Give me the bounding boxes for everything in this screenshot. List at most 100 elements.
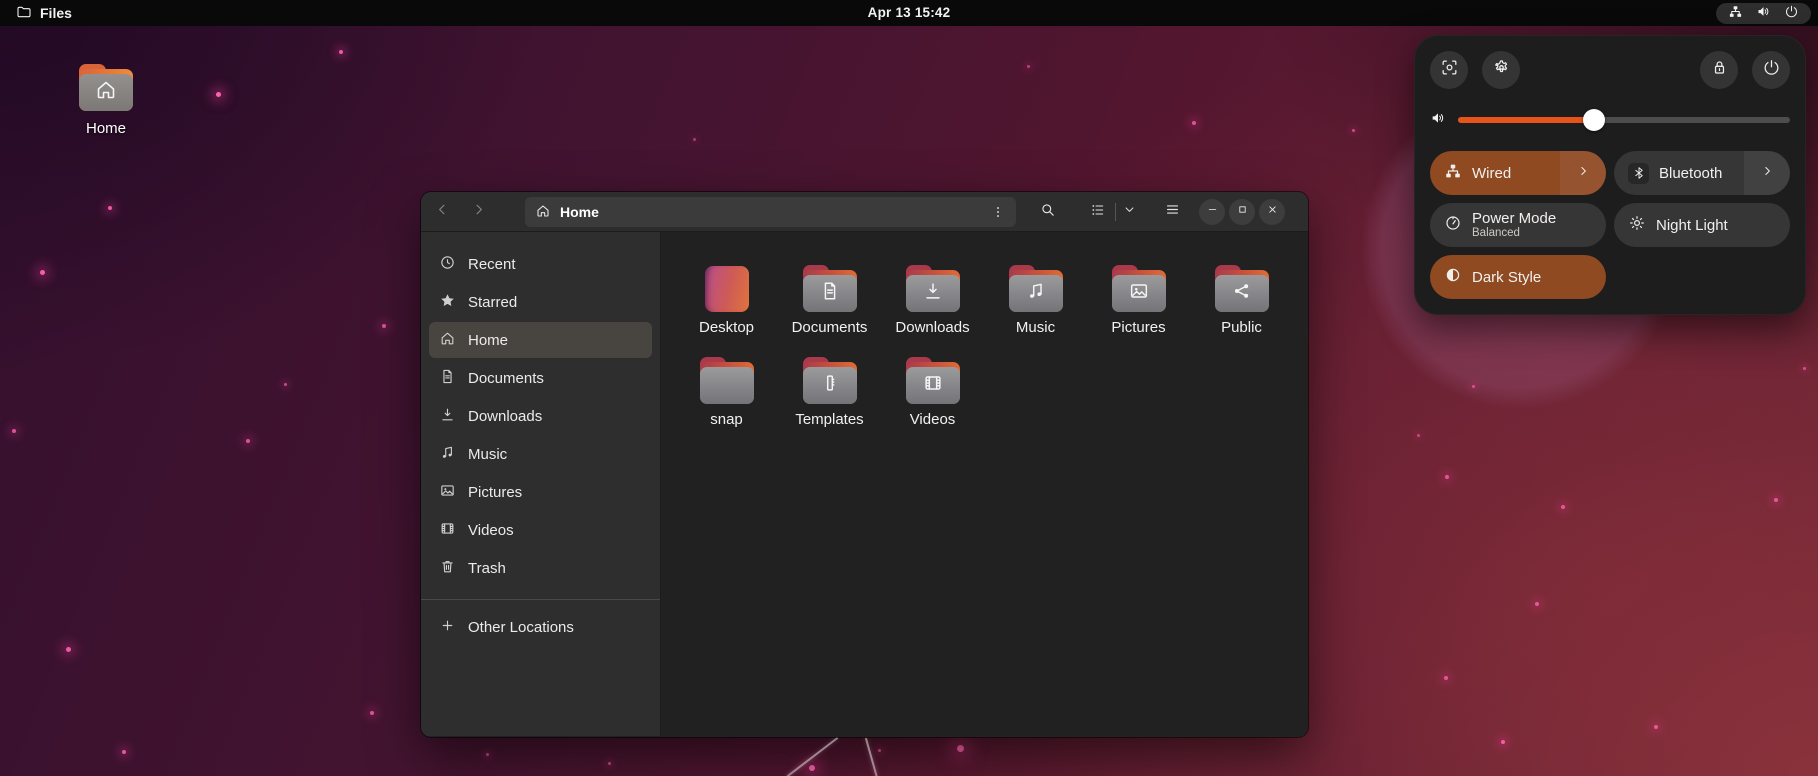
file-item-downloads[interactable]: Downloads [881, 265, 984, 336]
clock[interactable]: Apr 13 15:42 [858, 2, 961, 24]
file-item-label: Downloads [895, 319, 970, 336]
minimize-button[interactable] [1199, 199, 1225, 225]
sidebar: Recent Starred Home Documents Downloads … [421, 232, 661, 736]
star-dot [1444, 676, 1448, 680]
view-options-dropdown[interactable] [1116, 197, 1142, 227]
star-dot [12, 429, 16, 433]
file-grid[interactable]: Desktop Documents Downloads Music Pictur… [661, 232, 1308, 736]
toggle-subtitle: Balanced [1472, 227, 1520, 240]
screenshot-button[interactable] [1430, 51, 1468, 89]
close-button[interactable] [1259, 199, 1285, 225]
desktop-icon-home[interactable]: Home [58, 64, 154, 137]
star-dot [809, 765, 815, 771]
file-item-templates[interactable]: Templates [778, 357, 881, 428]
back-button[interactable] [427, 197, 457, 227]
toggle-night-light[interactable]: Night Light [1614, 203, 1790, 247]
star-dot [485, 752, 489, 756]
sidebar-item-other-locations[interactable]: Other Locations [429, 609, 652, 645]
system-tray[interactable] [1716, 2, 1811, 24]
sun-icon [1628, 214, 1646, 236]
star-dot [877, 748, 881, 752]
toggle-expand-arrow[interactable] [1560, 151, 1606, 195]
toggle-wired[interactable]: Wired [1430, 151, 1606, 195]
star-dot [1561, 505, 1565, 509]
file-item-snap[interactable]: snap [675, 357, 778, 428]
sidebar-item-recent[interactable]: Recent [429, 246, 652, 282]
sidebar-item-trash[interactable]: Trash [429, 550, 652, 586]
file-item-documents[interactable]: Documents [778, 265, 881, 336]
folder-icon [1007, 265, 1065, 313]
list-view-button[interactable] [1081, 197, 1115, 227]
file-item-label: Documents [791, 319, 868, 336]
sidebar-item-videos[interactable]: Videos [429, 512, 652, 548]
sidebar-item-starred[interactable]: Starred [429, 284, 652, 320]
app-menu-files[interactable]: Files [8, 2, 80, 24]
volume-slider[interactable] [1458, 109, 1790, 131]
desktop-icon-label: Home [85, 120, 126, 137]
gear-icon [1492, 58, 1511, 82]
file-item-videos[interactable]: Videos [881, 357, 984, 428]
toggle-bluetooth[interactable]: Bluetooth [1614, 151, 1790, 195]
quick-settings-header [1430, 51, 1790, 89]
lock-button[interactable] [1700, 51, 1738, 89]
image-icon [1128, 280, 1150, 307]
sidebar-item-label: Trash [468, 559, 506, 577]
maximize-icon [1236, 203, 1249, 221]
video-icon [922, 372, 944, 399]
list-view-icon [1090, 202, 1106, 223]
location-menu-button[interactable] [990, 204, 1006, 220]
sidebar-item-music[interactable]: Music [429, 436, 652, 472]
sidebar-item-label: Videos [468, 521, 514, 539]
camera-icon [1440, 58, 1459, 82]
toggle-label: Power Mode [1472, 209, 1557, 227]
star-dot [108, 206, 112, 210]
toggle-dark-style[interactable]: Dark Style [1430, 255, 1606, 299]
chevron-left-icon [434, 201, 451, 223]
file-item-desktop[interactable]: Desktop [675, 265, 778, 336]
main-menu-button[interactable] [1157, 197, 1187, 227]
volume-row [1430, 105, 1790, 135]
top-bar: Files Apr 13 15:42 [0, 0, 1818, 26]
trash-icon [439, 558, 456, 579]
toggle-expand-arrow[interactable] [1744, 151, 1790, 195]
star-dot [1501, 740, 1505, 744]
power-button[interactable] [1752, 51, 1790, 89]
file-item-label: Music [1015, 319, 1056, 336]
maximize-button[interactable] [1229, 199, 1255, 225]
close-icon [1266, 203, 1279, 221]
home-icon [94, 78, 118, 107]
current-location: Home [560, 204, 599, 220]
sidebar-item-label: Downloads [468, 407, 543, 425]
folder-icon [904, 357, 962, 405]
plus-icon [439, 617, 456, 638]
search-button[interactable] [1032, 197, 1062, 227]
sidebar-item-pictures[interactable]: Pictures [429, 474, 652, 510]
sidebar-item-home[interactable]: Home [429, 322, 652, 358]
titlebar[interactable]: Home [421, 192, 1308, 232]
file-item-pictures[interactable]: Pictures [1087, 265, 1190, 336]
sidebar-item-downloads[interactable]: Downloads [429, 398, 652, 434]
star-dot [65, 646, 71, 652]
window-body: Recent Starred Home Documents Downloads … [421, 232, 1308, 736]
chevron-right-icon [1760, 164, 1774, 182]
path-bar[interactable]: Home [525, 197, 1016, 227]
file-item-public[interactable]: Public [1190, 265, 1293, 336]
sidebar-item-label: Pictures [468, 483, 523, 501]
toggle-power-mode[interactable]: Power Mode Balanced [1430, 203, 1606, 247]
volume-slider-fill [1458, 117, 1595, 123]
star-dot [1774, 498, 1778, 502]
network-icon [1444, 162, 1462, 184]
template-icon [819, 372, 841, 399]
quick-settings-panel: Wired Bluetooth Power Mode Balanced Nigh… [1414, 35, 1806, 315]
desktop-root: Files Apr 13 15:42 Home Home Recent Star… [0, 0, 1818, 776]
star-dot [1416, 433, 1420, 437]
hamburger-icon [1164, 201, 1181, 223]
star-dot [1802, 366, 1806, 370]
forward-button[interactable] [463, 197, 493, 227]
volume-slider-knob[interactable] [1583, 109, 1606, 131]
app-menu-label: Files [40, 5, 72, 21]
file-item-music[interactable]: Music [984, 265, 1087, 336]
sidebar-item-documents[interactable]: Documents [429, 360, 652, 396]
settings-button[interactable] [1482, 51, 1520, 89]
video-icon [439, 520, 456, 541]
